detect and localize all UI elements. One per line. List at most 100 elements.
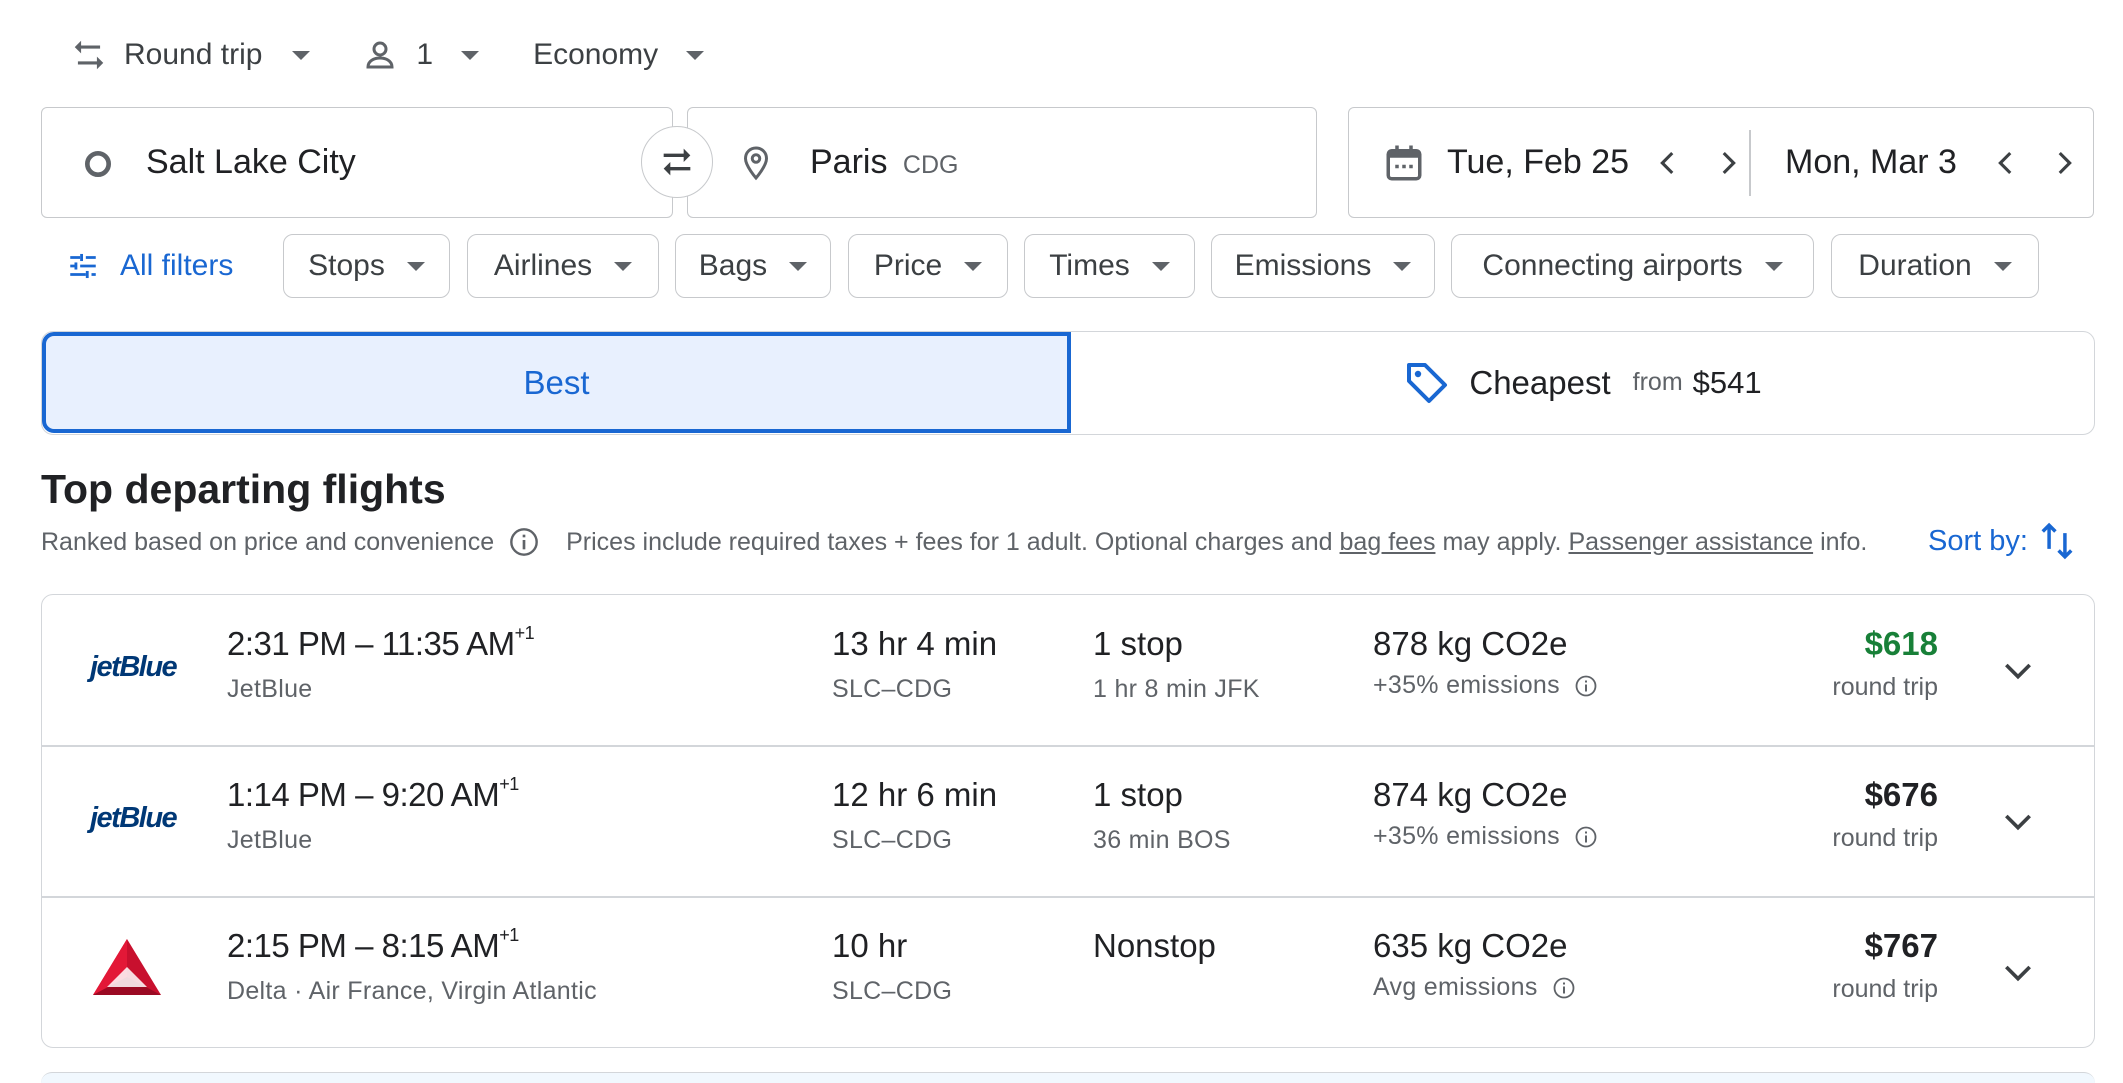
info-icon[interactable] [1552, 976, 1576, 1000]
filter-label: Connecting airports [1482, 249, 1743, 282]
duration: 10 hr [832, 927, 908, 964]
filter-bags[interactable]: Bags [675, 234, 831, 298]
arrive-time: 8:15 AM [381, 927, 500, 964]
dates-field[interactable]: Tue, Feb 25 Mon, Mar 3 [1348, 107, 2094, 218]
jetblue-logo: jetBlue [90, 651, 178, 683]
chevron-down-icon [1151, 261, 1170, 271]
person-icon [366, 41, 394, 69]
passengers-select[interactable]: 1 [350, 30, 491, 80]
stops: 1 stop [1093, 776, 1183, 813]
flight-times: 2:31 PM – 11:35 AM+1 [227, 623, 535, 662]
co2-emissions: 635 kg CO2e [1373, 927, 1568, 964]
airline-name: Delta · Air France, Virgin Atlantic [227, 977, 597, 1005]
filter-emissions[interactable]: Emissions [1211, 234, 1435, 298]
filter-connecting-airports[interactable]: Connecting airports [1451, 234, 1814, 298]
next-card-edge [41, 1072, 2095, 1083]
destination-field[interactable]: Paris CDG [687, 107, 1317, 218]
chevron-down-icon [964, 261, 983, 271]
depart-time: 1:14 PM [227, 776, 347, 813]
all-filters-button[interactable]: All filters [66, 240, 233, 292]
route: SLC–CDG [832, 675, 953, 703]
stops: Nonstop [1093, 927, 1216, 964]
depart-date[interactable]: Tue, Feb 25 [1447, 143, 1629, 182]
chevron-down-icon [614, 261, 633, 271]
prices-note: Prices include required taxes + fees for… [566, 527, 1333, 556]
chevron-down-icon[interactable] [1998, 650, 2038, 690]
origin-value: Salt Lake City [146, 143, 356, 181]
jetblue-logo: jetBlue [90, 802, 178, 834]
sort-by-button[interactable]: Sort by: [1928, 518, 2076, 564]
bag-fees-link[interactable]: bag fees [1340, 528, 1436, 557]
sort-by-label: Sort by: [1928, 524, 2028, 557]
stops: 1 stop [1093, 625, 1183, 662]
flight-list: jetBlue 2:31 PM – 11:35 AM+1 JetBlue 13 … [41, 594, 2095, 1048]
tab-cheapest-from: from [1632, 368, 1683, 396]
day-offset: +1 [514, 623, 535, 643]
trip-type-label: Round trip [124, 38, 263, 71]
origin-circle-icon [85, 151, 111, 177]
co2-emissions: 874 kg CO2e [1373, 776, 1568, 813]
depart-time: 2:31 PM [227, 625, 347, 662]
filter-duration[interactable]: Duration [1831, 234, 2039, 298]
filter-airlines[interactable]: Airlines [467, 234, 659, 298]
chevron-left-icon[interactable] [1651, 146, 1685, 180]
trip-options-bar: Round trip 1 Economy [58, 30, 716, 80]
flight-times: 1:14 PM – 9:20 AM+1 [227, 774, 519, 813]
arrive-time: 11:35 AM [381, 625, 515, 662]
emissions-label: +35% emissions [1373, 822, 1560, 850]
return-date[interactable]: Mon, Mar 3 [1785, 143, 1957, 182]
chevron-down-icon[interactable] [1998, 801, 2038, 841]
tab-cheapest[interactable]: Cheapest from $541 [1071, 332, 2094, 433]
day-offset: +1 [499, 774, 519, 794]
delta-logo [93, 939, 161, 995]
flight-row[interactable]: 2:15 PM – 8:15 AM+1 Delta · Air France, … [42, 897, 2094, 1047]
chevron-left-icon[interactable] [1989, 146, 2023, 180]
chevron-down-icon[interactable] [1998, 952, 2038, 992]
price: $767 [1864, 927, 1938, 964]
trip-type-select[interactable]: Round trip [58, 30, 322, 80]
tab-best-label: Best [523, 363, 590, 401]
chevron-down-icon [292, 50, 311, 60]
tab-cheapest-price: $541 [1692, 364, 1762, 400]
layover: 36 min BOS [1093, 826, 1231, 854]
emissions-label: Avg emissions [1373, 973, 1538, 1001]
info-icon[interactable] [508, 526, 540, 558]
duration: 13 hr 4 min [832, 625, 998, 662]
flight-row[interactable]: jetBlue 2:31 PM – 11:35 AM+1 JetBlue 13 … [42, 595, 2094, 745]
arrive-time: 9:20 AM [381, 776, 500, 813]
location-pin-icon [743, 146, 769, 181]
filter-label: Emissions [1234, 249, 1372, 282]
chevron-down-icon [1764, 261, 1783, 271]
cabin-class-select[interactable]: Economy [521, 30, 716, 80]
passenger-assistance-link[interactable]: Passenger assistance [1568, 528, 1813, 557]
chevron-right-icon[interactable] [1711, 146, 1745, 180]
chevron-down-icon [1393, 261, 1412, 271]
price-tag-icon [1407, 362, 1448, 403]
route: SLC–CDG [832, 977, 953, 1005]
filter-stops[interactable]: Stops [283, 234, 450, 298]
price-type: round trip [1832, 975, 1938, 1003]
price-type: round trip [1832, 824, 1938, 852]
prices-note-3: info. [1820, 527, 1868, 556]
prices-note-2: may apply. [1442, 527, 1562, 556]
filter-times[interactable]: Times [1024, 234, 1195, 298]
calendar-icon [1386, 145, 1422, 181]
filter-label: Bags [698, 249, 768, 282]
cabin-class-label: Economy [533, 38, 659, 71]
chevron-right-icon[interactable] [2047, 146, 2081, 180]
filter-label: Times [1049, 249, 1130, 282]
tab-best[interactable]: Best [42, 332, 1071, 433]
airline-name: JetBlue [227, 826, 313, 854]
price: $618 [1864, 625, 1938, 662]
flight-row[interactable]: jetBlue 1:14 PM – 9:20 AM+1 JetBlue 12 h… [42, 746, 2094, 896]
duration: 12 hr 6 min [832, 776, 998, 813]
filter-price[interactable]: Price [848, 234, 1008, 298]
tab-cheapest-label: Cheapest [1469, 363, 1611, 401]
chevron-down-icon [789, 261, 808, 271]
origin-field[interactable]: Salt Lake City [41, 107, 673, 218]
info-icon[interactable] [1574, 825, 1598, 849]
chevron-down-icon [461, 50, 480, 60]
swap-button[interactable] [641, 126, 713, 198]
info-icon[interactable] [1574, 674, 1598, 698]
results-heading: Top departing flights [41, 466, 446, 512]
